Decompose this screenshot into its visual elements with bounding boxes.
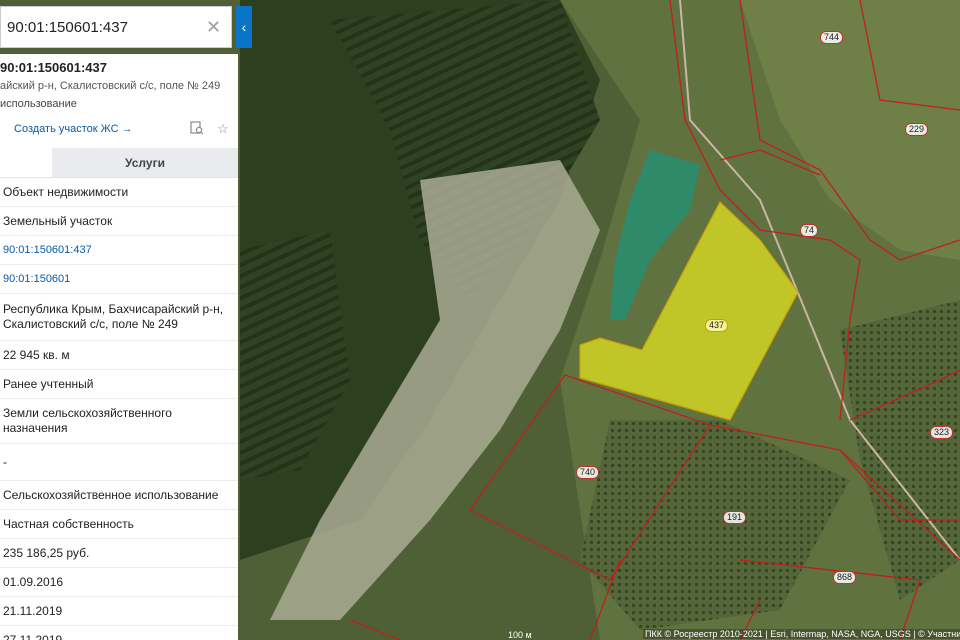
row-date-1: 01.09.2016 bbox=[0, 568, 238, 597]
parcel-label-740[interactable]: 740 bbox=[576, 466, 600, 479]
row-address: Республика Крым, Бахчисарайский р-н, Ска… bbox=[0, 294, 238, 341]
row-area: 22 945 кв. м bbox=[0, 341, 238, 370]
tab-services[interactable]: Услуги bbox=[52, 148, 238, 177]
parcel-label-437[interactable]: 437 bbox=[705, 319, 729, 332]
chevron-left-icon: ‹ bbox=[241, 19, 247, 35]
arrow-right-icon: → bbox=[121, 123, 133, 135]
collapse-panel-button[interactable]: ‹ bbox=[236, 6, 252, 48]
row-cadastral-quarter[interactable]: 90:01:150601 bbox=[0, 265, 238, 294]
panel-usage: использование bbox=[0, 98, 77, 110]
parcel-label-323[interactable]: 323 bbox=[930, 426, 954, 439]
map-scale: 100 м bbox=[508, 630, 532, 640]
star-icon[interactable]: ☆ bbox=[212, 121, 234, 137]
parcel-label-229[interactable]: 229 bbox=[905, 123, 929, 136]
parcel-label-191[interactable]: 191 bbox=[723, 511, 747, 524]
row-land-category: Земли сельскохозяйственного назначения bbox=[0, 399, 238, 444]
row-date-2: 21.11.2019 bbox=[0, 597, 238, 626]
tab-info[interactable] bbox=[0, 148, 52, 177]
row-cadastral-value: 235 186,25 руб. bbox=[0, 539, 238, 568]
panel-tabs: Услуги bbox=[0, 148, 238, 178]
search-input[interactable] bbox=[1, 7, 206, 47]
row-status: Ранее учтенный bbox=[0, 370, 238, 399]
row-permitted-use: Сельскохозяйственное использование bbox=[0, 481, 238, 510]
row-ownership: Частная собственность bbox=[0, 510, 238, 539]
map-attribution: ПКК © Росреестр 2010-2021 | Esri, Interm… bbox=[643, 629, 960, 639]
panel-address: айский р-н, Скалистовский с/с, поле № 24… bbox=[0, 80, 221, 92]
create-parcel-link-label: Создать участок ЖС bbox=[14, 123, 119, 135]
search-bar: ✕ bbox=[0, 6, 232, 48]
row-object-type: Объект недвижимости bbox=[0, 178, 238, 207]
row-cadastral-number[interactable]: 90:01:150601:437 bbox=[0, 236, 238, 265]
search-document-icon[interactable] bbox=[186, 120, 208, 138]
row-date-3: 27.11.2019 bbox=[0, 626, 238, 640]
info-panel: 90:01:150601:437 айский р-н, Скалистовск… bbox=[0, 54, 238, 640]
parcel-label-744[interactable]: 744 bbox=[820, 31, 844, 44]
row-object-kind: Земельный участок bbox=[0, 207, 238, 236]
attribute-list: Объект недвижимости Земельный участок 90… bbox=[0, 178, 238, 640]
clear-icon[interactable]: ✕ bbox=[206, 17, 221, 38]
row-dash: - bbox=[0, 444, 238, 481]
parcel-label-868[interactable]: 868 bbox=[833, 571, 857, 584]
panel-cadastral-number: 90:01:150601:437 bbox=[0, 60, 107, 75]
parcel-label-74[interactable]: 74 bbox=[800, 224, 819, 237]
create-parcel-link[interactable]: Создать участок ЖС → bbox=[0, 123, 186, 135]
